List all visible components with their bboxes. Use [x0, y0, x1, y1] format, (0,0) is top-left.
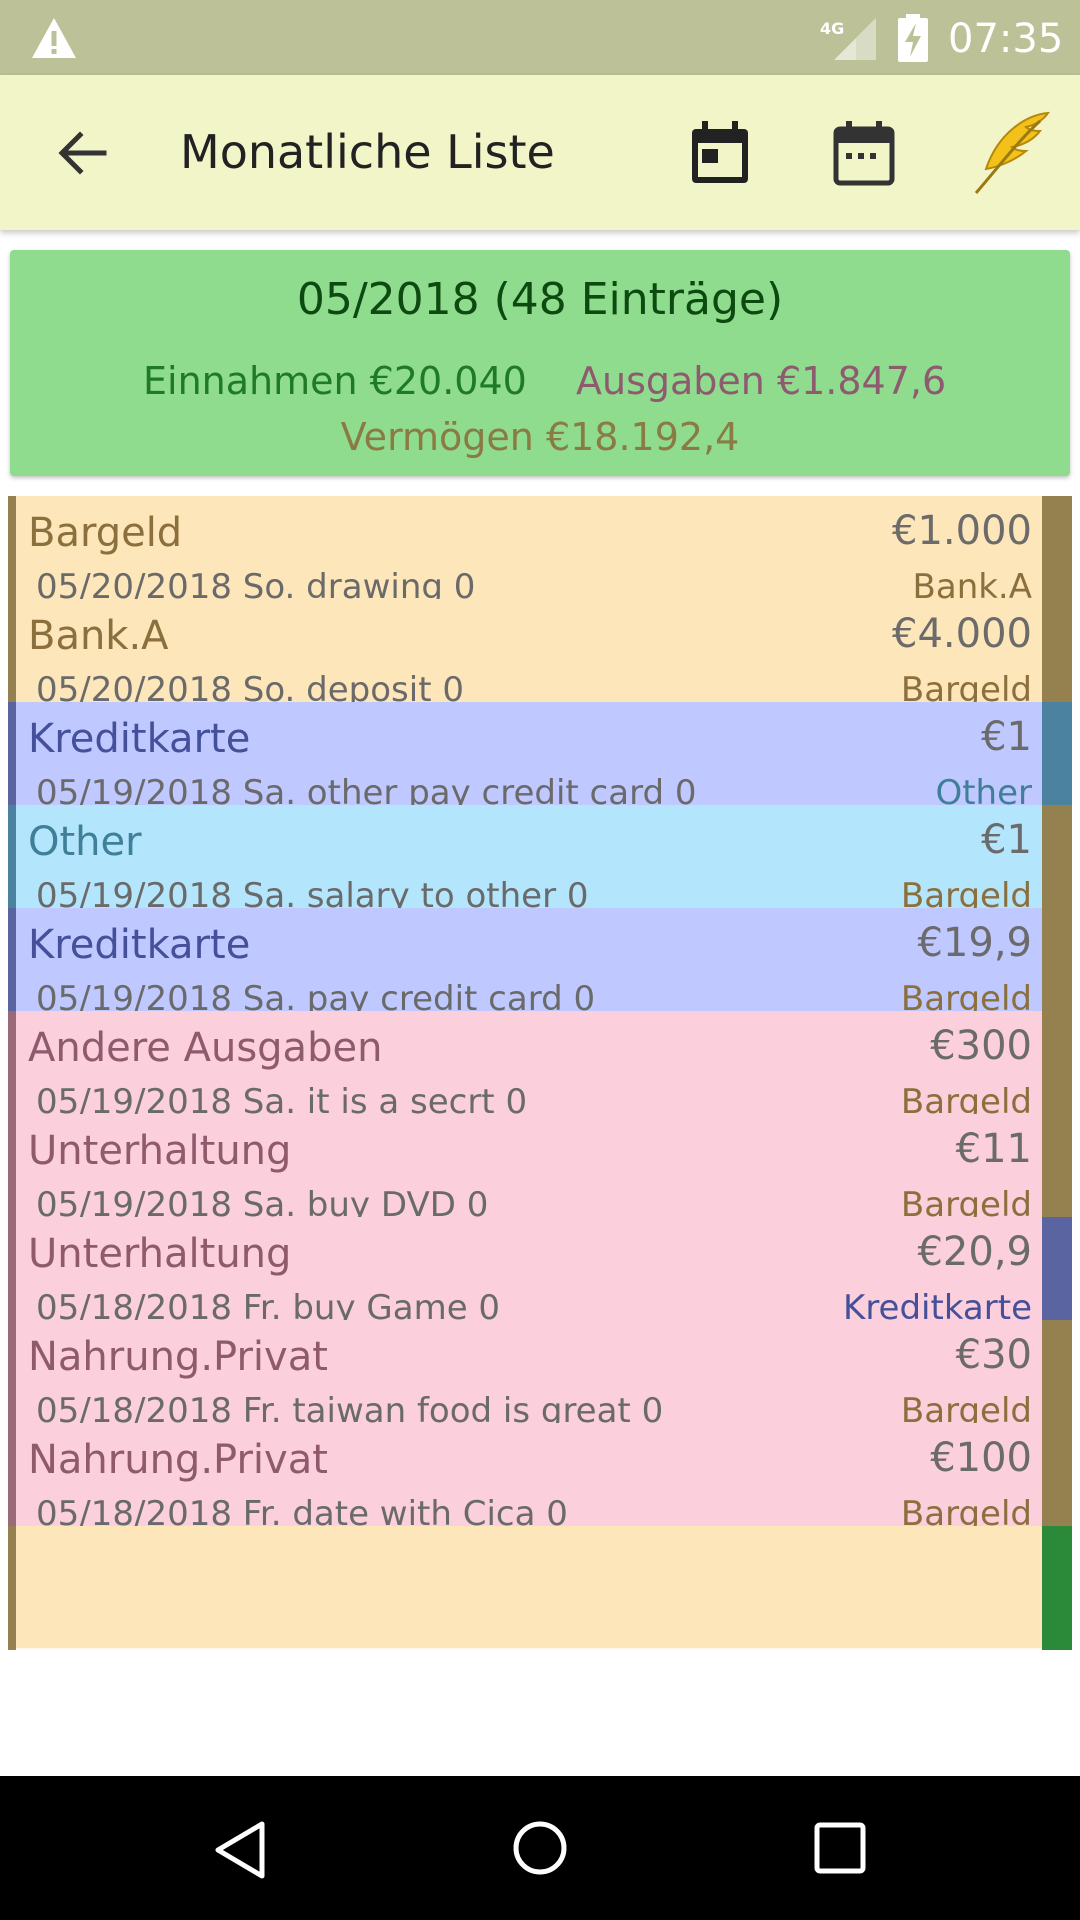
entry-amount: €4.000	[892, 611, 1032, 657]
signal-icon: 4G	[820, 18, 876, 60]
entry-category: Nahrung.Privat	[28, 1334, 328, 1380]
feather-icon[interactable]	[968, 109, 1052, 197]
entry-amount: €100	[930, 1435, 1032, 1481]
status-time: 07:35	[948, 16, 1064, 62]
month-summary-card[interactable]: 05/2018 (48 Einträge) Einnahmen €20.040 …	[10, 250, 1070, 476]
system-nav-bar	[0, 1776, 1080, 1920]
nav-home-icon[interactable]	[512, 1820, 568, 1876]
summary-income: Einnahmen €20.040	[143, 359, 527, 403]
entry-amount: €30	[955, 1332, 1032, 1378]
entry-category: Unterhaltung	[28, 1128, 292, 1174]
status-bar: 4G 07:35	[0, 0, 1080, 75]
back-arrow-icon[interactable]	[52, 123, 112, 183]
entry-category: Other	[28, 819, 142, 865]
app-bar: Monatliche Liste	[0, 75, 1080, 230]
page-title: Monatliche Liste	[180, 125, 555, 179]
entry-amount: €300	[930, 1023, 1032, 1069]
summary-expense: Ausgaben €1.847,6	[576, 359, 947, 403]
entry-category: Bargeld	[28, 510, 183, 556]
entry-amount: €20,9	[917, 1229, 1032, 1275]
entry-amount: €1	[981, 714, 1032, 760]
entry-category: Unterhaltung	[28, 1231, 292, 1277]
nav-recent-icon[interactable]	[814, 1822, 866, 1874]
network-type-label: 4G	[820, 19, 844, 38]
list-item[interactable]	[8, 1526, 1072, 1650]
calendar-day-icon[interactable]	[686, 119, 754, 187]
entry-category: Kreditkarte	[28, 716, 251, 762]
entry-amount: €19,9	[917, 920, 1032, 966]
entry-amount: €1.000	[892, 508, 1032, 554]
warning-icon	[32, 18, 76, 58]
summary-assets: Vermögen €18.192,4	[340, 415, 740, 459]
summary-month-title: 05/2018 (48 Einträge)	[296, 274, 784, 325]
entry-category: Kreditkarte	[28, 922, 251, 968]
row-left-color-bar	[8, 1526, 16, 1650]
row-account-color-bar	[1042, 1526, 1072, 1650]
entry-category: Andere Ausgaben	[28, 1025, 383, 1071]
entry-amount: €1	[981, 817, 1032, 863]
entry-list[interactable]: Bargeld €1.000 05/20/2018 So. drawing 0 Ban…	[8, 496, 1072, 1776]
entry-category: Bank.A	[28, 613, 169, 659]
entry-amount: €11	[955, 1126, 1032, 1172]
calendar-month-icon[interactable]	[830, 119, 898, 187]
nav-back-icon[interactable]	[210, 1818, 270, 1882]
entry-category: Nahrung.Privat	[28, 1437, 328, 1483]
battery-charging-icon	[898, 14, 928, 62]
